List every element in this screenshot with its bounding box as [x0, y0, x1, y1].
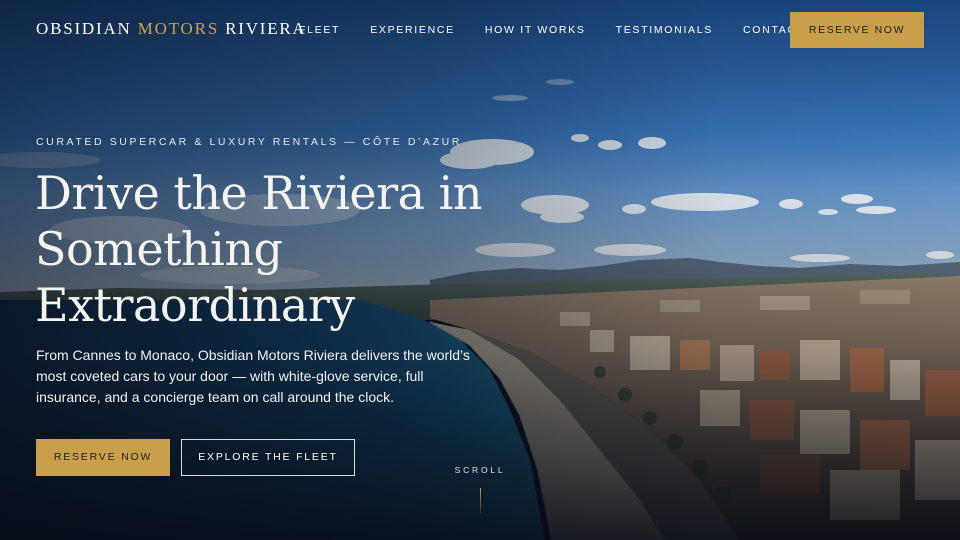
hero-reserve-button[interactable]: RESERVE NOW [36, 439, 170, 476]
hero-eyebrow: CURATED SUPERCAR & LUXURY RENTALS — CÔTE… [36, 136, 462, 148]
nav-link-testimonials[interactable]: TESTIMONIALS [616, 24, 713, 36]
headline-line-1: Drive the Riviera in [35, 166, 483, 220]
main-nav: FLEET EXPERIENCE HOW IT WORKS TESTIMONIA… [299, 24, 835, 36]
brand-logo[interactable]: OBSIDIAN MOTORS RIVIERA [36, 19, 307, 39]
scroll-indicator[interactable]: SCROLL [440, 465, 520, 514]
nav-link-how-it-works[interactable]: HOW IT WORKS [485, 24, 586, 36]
brand-word-motors: MOTORS [137, 19, 220, 38]
headline-line-3: Extraordinary [35, 278, 355, 332]
brand-word-obsidian: OBSIDIAN [36, 19, 132, 38]
scroll-label: SCROLL [454, 465, 506, 475]
hero-description: From Cannes to Monaco, Obsidian Motors R… [36, 347, 470, 405]
brand-word-riviera: RIVIERA [225, 19, 307, 38]
nav-link-fleet[interactable]: FLEET [299, 24, 340, 36]
nav-link-experience[interactable]: EXPERIENCE [370, 24, 455, 36]
site-header: OBSIDIAN MOTORS RIVIERA FLEET EXPERIENCE… [0, 0, 960, 60]
headline-line-2: Something [35, 222, 283, 276]
scroll-line-icon [479, 488, 481, 514]
hero-headline: Drive the Riviera in Something Extraordi… [35, 165, 555, 333]
explore-fleet-button[interactable]: EXPLORE THE FLEET [181, 439, 355, 476]
header-reserve-button[interactable]: RESERVE NOW [790, 12, 924, 48]
hero-section: OBSIDIAN MOTORS RIVIERA FLEET EXPERIENCE… [0, 0, 960, 540]
